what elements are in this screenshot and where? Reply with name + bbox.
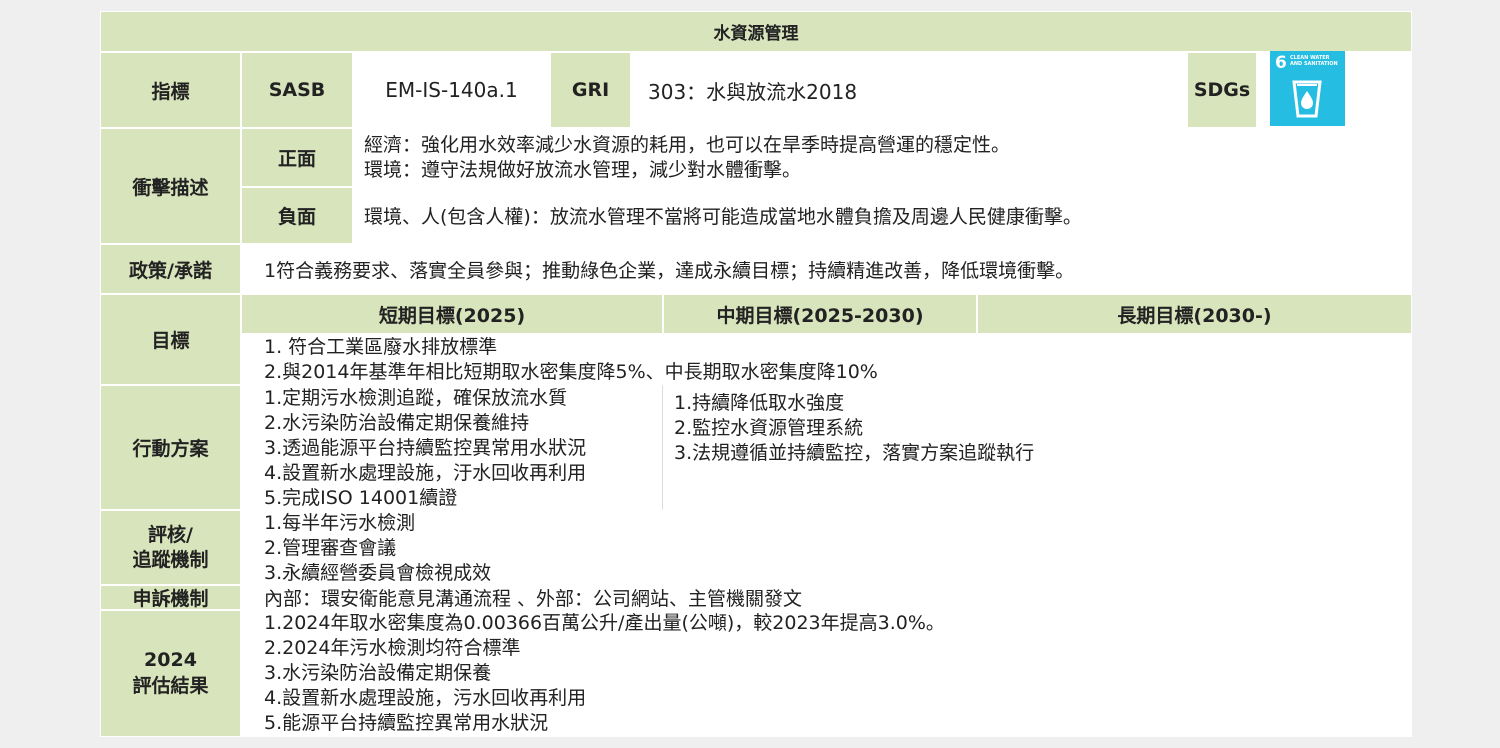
table-title: 水資源管理 — [100, 11, 1412, 52]
water-management-table: 水資源管理 指標 SASB EM-IS-140a.1 GRI 303：水與放流水… — [100, 11, 1412, 737]
review-label: 評核/ 追蹤機制 — [100, 510, 241, 585]
indicator-label: 指標 — [100, 52, 241, 128]
goals-label: 目標 — [100, 294, 241, 385]
sasb-label: SASB — [241, 52, 353, 128]
positive-label: 正面 — [241, 128, 353, 187]
sdg-caption: CLEAN WATER AND SANITATION — [1290, 55, 1338, 67]
mid-term-goal-header: 中期目標(2025-2030) — [663, 294, 977, 334]
negative-impact-text: 環境、人(包含人權)：放流水管理不當將可能造成當地水體負擔及周邊人民健康衝擊。 — [353, 187, 1412, 244]
sasb-value: EM-IS-140a.1 — [353, 52, 550, 128]
results-label: 2024 評估結果 — [100, 610, 241, 737]
policy-text: 1符合義務要求、落實全員參與；推動綠色企業，達成永續目標；持續精進改善，降低環境… — [241, 244, 1412, 294]
impact-label: 衝擊描述 — [100, 128, 241, 244]
positive-impact-text: 經濟：強化用水效率減少水資源的耗用，也可以在旱季時提高營運的穩定性。 環境：遵守… — [353, 128, 1412, 187]
results-text: 1.2024年取水密集度為0.00366百萬公升/產出量(公噸)，較2023年提… — [241, 610, 1412, 737]
gri-label: GRI — [550, 52, 631, 128]
policy-label: 政策/承諾 — [100, 244, 241, 294]
long-term-goal-header: 長期目標(2030-) — [977, 294, 1412, 334]
sdgs-label: SDGs — [1187, 52, 1257, 128]
sdg-6-clean-water-icon: 6 CLEAN WATER AND SANITATION — [1270, 51, 1345, 126]
goals-text: 1. 符合工業區廢水排放標準 2.與2014年基準年相比短期取水密集度降5%、中… — [241, 334, 1412, 385]
negative-label: 負面 — [241, 187, 353, 244]
short-term-actions: 1.定期污水檢測追蹤，確保放流水質 2.水污染防治設備定期保養維持 3.透過能源… — [241, 385, 663, 510]
gri-value: 303：水與放流水2018 — [631, 52, 1187, 128]
mid-long-term-actions: 1.持續降低取水強度 2.監控水資源管理系統 3.法規遵循並持續監控，落實方案追… — [663, 385, 1412, 510]
water-glass-icon — [1292, 80, 1322, 118]
sdg-number: 6 — [1275, 53, 1287, 73]
grievance-label: 申訴機制 — [100, 585, 241, 610]
actions-label: 行動方案 — [100, 385, 241, 510]
short-term-goal-header: 短期目標(2025) — [241, 294, 663, 334]
review-text: 1.每半年污水檢測 2.管理審查會議 3.永續經營委員會檢視成效 — [241, 510, 1412, 585]
grievance-text: 內部：環安衛能意見溝通流程 、外部：公司網站、主管機關發文 — [241, 585, 1412, 610]
